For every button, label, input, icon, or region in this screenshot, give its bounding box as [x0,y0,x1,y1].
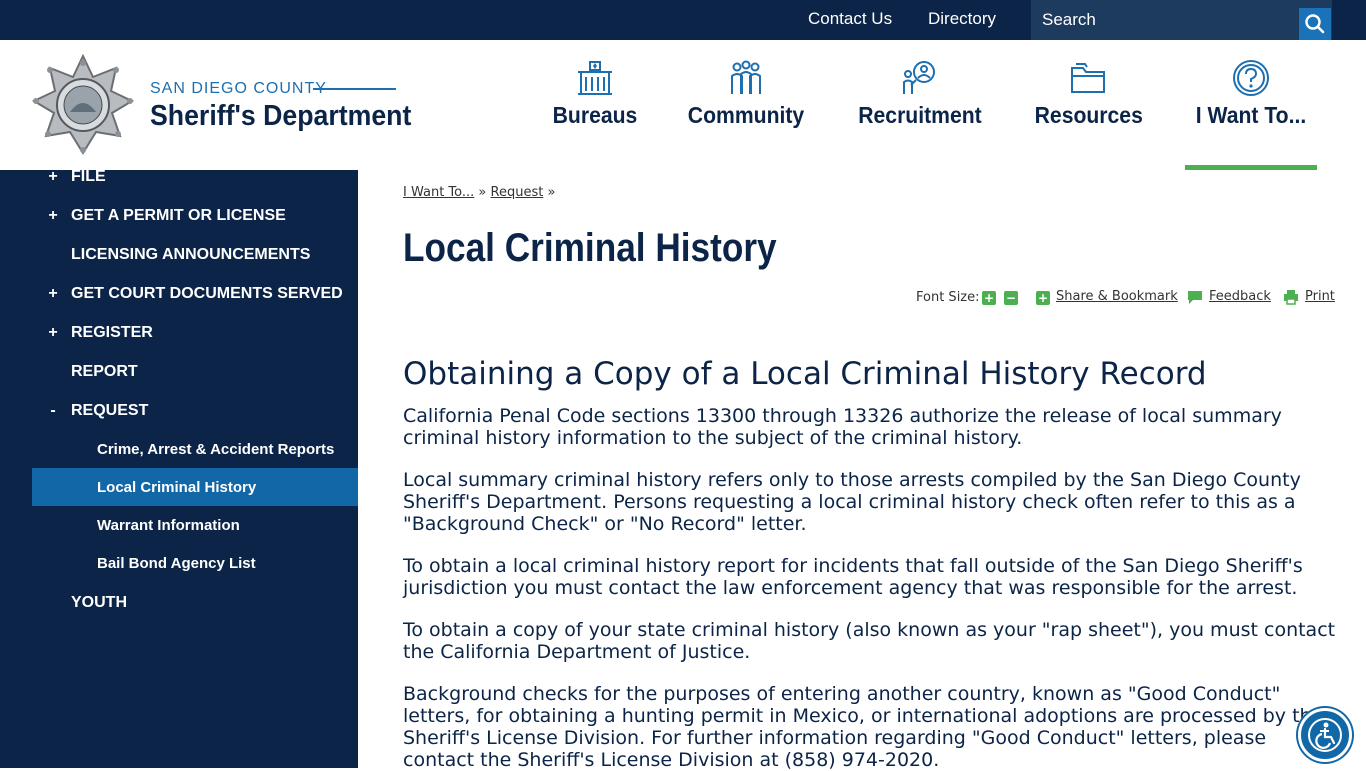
folder-icon [1071,63,1105,93]
sidebar-item-label: FILE [71,168,106,185]
nav-resources-label: Resources [1034,102,1143,128]
breadcrumb-separator: » [478,185,487,200]
sidebar-subitem-label: Warrant Information [97,517,240,534]
expand-toggle[interactable]: + [47,207,59,225]
share-bookmark-link[interactable]: Share & Bookmark [1056,289,1178,304]
font-increase-button[interactable]: + [982,291,996,305]
nav-community-label: Community [687,102,805,128]
content-paragraph: Local summary criminal history refers on… [403,469,1301,535]
content-paragraph: Background checks for the purposes of en… [403,683,1324,771]
nav-active-indicator [1185,165,1317,170]
brand-divider [313,88,396,90]
sidebar-item-label: GET A PERMIT OR LICENSE [71,207,286,224]
contact-us-link[interactable]: Contact Us [808,9,892,29]
collapse-toggle[interactable]: - [47,402,59,420]
site-header: SAN DIEGO COUNTY Sheriff's Department Bu… [0,40,1366,170]
content-paragraph: To obtain a copy of your state criminal … [403,619,1336,663]
sidebar-nav: + FILE + GET A PERMIT OR LICENSE LICENSI… [0,168,358,768]
expand-toggle[interactable]: + [47,324,59,342]
sidebar-subitem-local-criminal-history[interactable]: Local Criminal History [32,468,358,506]
section-heading: Obtaining a Copy of a Local Criminal His… [403,356,1207,392]
share-plus-icon: + [1036,291,1050,305]
nav-bureaus[interactable]: Bureaus [545,58,645,170]
feedback-link[interactable]: Feedback [1209,289,1271,304]
search-input[interactable] [1031,0,1297,40]
sidebar-subitem-label: Crime, Arrest & Accident Reports [97,441,335,458]
sidebar-subitem-warrant-information[interactable]: Warrant Information [32,506,358,544]
sidebar-item-label: LICENSING ANNOUNCEMENTS [71,246,311,263]
nav-recruitment[interactable]: Recruitment [850,58,990,170]
sidebar-item-label: YOUTH [71,594,127,611]
breadcrumb: I Want To... » Request » [403,185,555,200]
share-bookmark-tool: Share & Bookmark [1056,289,1178,304]
page-title: Local Criminal History [403,226,777,270]
breadcrumb-separator: » [547,185,556,200]
feedback-icon [1188,291,1202,304]
content-paragraph: To obtain a local criminal history repor… [403,555,1303,599]
nav-i-want-to[interactable]: I Want To... [1185,58,1317,170]
sidebar-item-file[interactable]: + FILE [0,168,358,206]
sidebar-item-label: REGISTER [71,324,153,341]
sidebar-item-licensing-announcements[interactable]: LICENSING ANNOUNCEMENTS [0,246,358,284]
sidebar-item-register[interactable]: + REGISTER [0,324,358,362]
expand-toggle[interactable]: + [47,168,59,186]
sidebar-subitem-label: Local Criminal History [97,479,257,496]
content-paragraph: California Penal Code sections 13300 thr… [403,405,1282,449]
search-box [1031,0,1332,40]
nav-resources[interactable]: Resources [1030,58,1146,170]
nav-bureaus-label: Bureaus [552,102,638,128]
sheriff-badge-logo[interactable] [32,54,134,156]
feedback-tool: Feedback [1209,289,1271,304]
breadcrumb-request[interactable]: Request [491,185,544,200]
brand-county: SAN DIEGO COUNTY [150,80,327,97]
search-button[interactable] [1299,8,1331,40]
font-decrease-button[interactable]: − [1004,291,1018,305]
directory-link[interactable]: Directory [928,9,996,29]
print-icon [1284,290,1298,305]
search-icon [1305,14,1325,34]
building-icon [578,61,612,95]
nav-recruitment-label: Recruitment [858,102,982,128]
recruit-search-icon [903,61,935,94]
sidebar-item-label: REPORT [71,363,138,380]
sidebar-subitem-bail-bond[interactable]: Bail Bond Agency List [32,544,358,582]
people-group-icon [731,60,761,94]
font-size-control: Font Size: [916,290,980,305]
print-tool: Print [1305,289,1335,304]
nav-i-want-to-label: I Want To... [1195,102,1307,128]
sidebar-item-youth[interactable]: YOUTH [0,594,358,632]
accessibility-icon [1308,718,1342,752]
utility-bar: Contact Us Directory [0,0,1366,40]
sidebar-subitem-label: Bail Bond Agency List [97,555,256,572]
sidebar-item-label: REQUEST [71,402,149,419]
brand-department[interactable]: Sheriff's Department [150,100,411,133]
sidebar-item-permit-license[interactable]: + GET A PERMIT OR LICENSE [0,207,358,245]
sidebar-item-label: GET COURT DOCUMENTS SERVED [71,285,343,302]
font-size-label: Font Size: [916,290,980,305]
sidebar-subitem-crime-reports[interactable]: Crime, Arrest & Accident Reports [32,430,358,468]
question-circle-icon [1233,60,1269,96]
sidebar-item-court-documents[interactable]: + GET COURT DOCUMENTS SERVED [0,285,358,323]
expand-toggle[interactable]: + [47,285,59,303]
print-link[interactable]: Print [1305,289,1335,304]
sidebar-item-report[interactable]: REPORT [0,363,358,401]
nav-community[interactable]: Community [681,58,811,170]
accessibility-button[interactable] [1298,708,1352,762]
breadcrumb-i-want-to[interactable]: I Want To... [403,185,474,200]
